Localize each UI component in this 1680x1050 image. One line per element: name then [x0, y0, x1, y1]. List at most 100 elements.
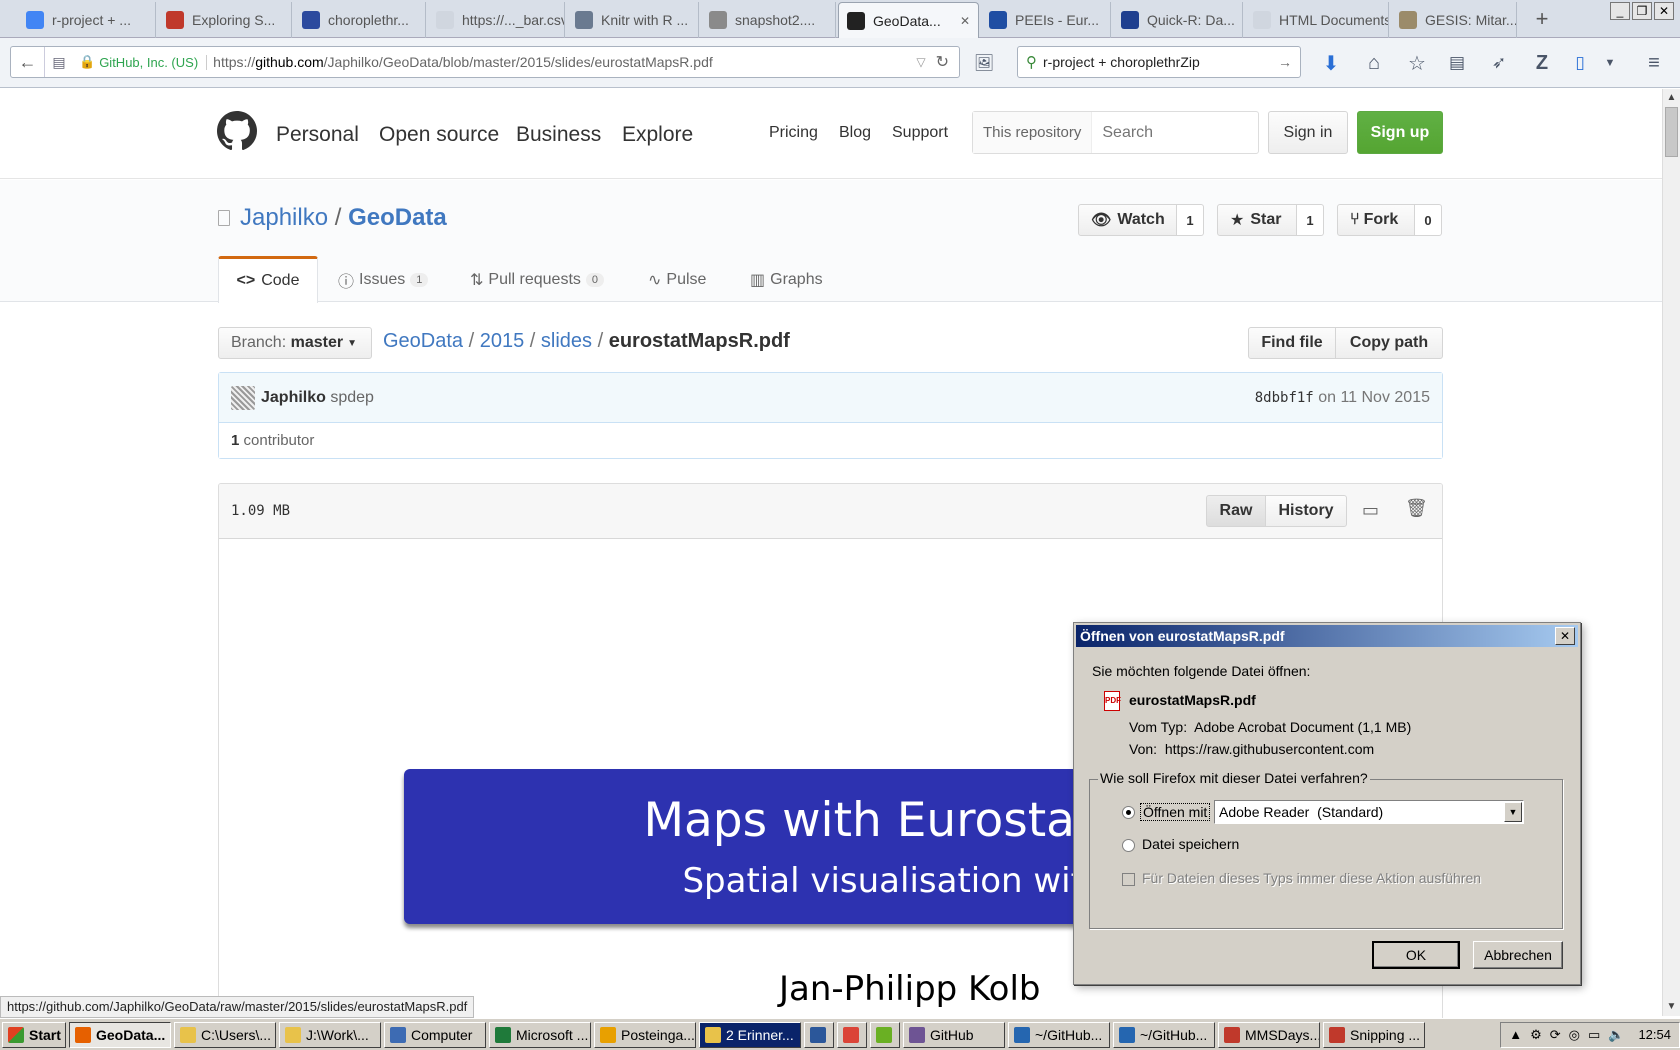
taskbar-item[interactable]: 2 Erinner...: [699, 1021, 801, 1048]
taskbar-item[interactable]: ~/GitHub...: [1113, 1021, 1215, 1048]
browser-tab[interactable]: Quick-R: Da...: [1113, 2, 1243, 38]
desktop-icon[interactable]: ▭: [1362, 500, 1379, 521]
trash-icon[interactable]: 🗑: [1405, 498, 1428, 519]
new-tab-button[interactable]: +: [1530, 8, 1554, 32]
start-button[interactable]: Start: [2, 1021, 66, 1048]
taskbar-item[interactable]: ~/GitHub...: [1008, 1021, 1110, 1048]
search-bar[interactable]: ⚲ r-project + choroplethrZip →: [1017, 46, 1301, 78]
clock[interactable]: 12:54: [1638, 1027, 1671, 1042]
breadcrumb-2015[interactable]: 2015: [480, 330, 525, 352]
scroll-up-icon[interactable]: ▲: [1663, 89, 1680, 107]
dialog-title-bar[interactable]: Öffnen von eurostatMapsR.pdf ✕: [1076, 625, 1578, 647]
branch-select[interactable]: Branch: master ▼: [218, 327, 372, 359]
search-input[interactable]: [1102, 123, 1253, 142]
taskbar-item[interactable]: C:\Users\...: [174, 1021, 276, 1048]
save-file-label[interactable]: Datei speichern: [1142, 836, 1239, 852]
page-icon[interactable]: ▯: [1568, 51, 1592, 75]
contributors-label[interactable]: contributor: [244, 432, 315, 449]
browser-tab[interactable]: GeoData... ✕: [838, 2, 979, 38]
commit-message[interactable]: spdep: [330, 389, 374, 407]
send-icon[interactable]: ➶: [1487, 51, 1511, 75]
browser-tab[interactable]: PEEIs - Eur...: [981, 2, 1111, 38]
history-button[interactable]: History: [1265, 495, 1347, 527]
bookmark-star-icon[interactable]: ☆: [1405, 51, 1429, 75]
update-icon[interactable]: ⟳: [1550, 1027, 1561, 1043]
contributors-count[interactable]: 1: [231, 432, 239, 449]
github-logo-icon[interactable]: [217, 111, 257, 151]
browser-tab[interactable]: GESIS: Mitar...: [1391, 2, 1517, 38]
open-with-label[interactable]: Öffnen mit: [1140, 803, 1211, 821]
avatar[interactable]: [231, 385, 255, 410]
back-icon[interactable]: ←: [11, 47, 45, 77]
network-icon[interactable]: ⚙: [1530, 1027, 1542, 1043]
nav-support[interactable]: Support: [892, 124, 948, 142]
sign-up-button[interactable]: Sign up: [1357, 111, 1443, 154]
reload-icon[interactable]: ↻: [936, 52, 949, 72]
dialog-close-button[interactable]: ✕: [1555, 627, 1575, 645]
taskbar-item[interactable]: GeoData...: [69, 1021, 171, 1048]
watch-button[interactable]: 👁 Watch: [1078, 204, 1177, 236]
browser-tab[interactable]: https://..._bar.csv: [428, 2, 565, 38]
tab-pulse[interactable]: ∿ Pulse: [648, 258, 706, 302]
download-icon[interactable]: ⬇: [1319, 51, 1343, 75]
fork-count[interactable]: 0: [1415, 204, 1442, 236]
tab-graphs[interactable]: ▥ Graphs: [750, 258, 823, 302]
minimize-button[interactable]: _: [1610, 2, 1630, 20]
search-engine-icon[interactable]: ⚲: [1026, 53, 1037, 71]
raw-button[interactable]: Raw: [1206, 495, 1266, 527]
application-select[interactable]: Adobe Reader (Standard) ▼: [1214, 800, 1524, 824]
repo-search[interactable]: This repository: [972, 111, 1259, 154]
star-count[interactable]: 1: [1297, 204, 1324, 236]
taskbar-item[interactable]: [870, 1021, 900, 1048]
breadcrumb-root[interactable]: GeoData: [383, 330, 463, 352]
bookmarks-icon[interactable]: ▤: [1445, 51, 1469, 75]
volume-icon[interactable]: 🔈: [1608, 1027, 1624, 1043]
tab-code[interactable]: <> Code: [218, 256, 318, 303]
breadcrumb-slides[interactable]: slides: [541, 330, 592, 352]
taskbar-item[interactable]: Posteinga...: [594, 1021, 696, 1048]
battery-icon[interactable]: ▭: [1588, 1027, 1600, 1043]
taskbar-item[interactable]: [804, 1021, 834, 1048]
chevron-down-icon[interactable]: ▼: [1598, 51, 1622, 75]
taskbar-item[interactable]: MMSDays...: [1218, 1021, 1320, 1048]
reader-icon[interactable]: ▤: [45, 54, 73, 71]
scroll-thumb[interactable]: [1665, 107, 1678, 157]
browser-tab[interactable]: snapshot2....: [701, 2, 836, 38]
commit-author[interactable]: Japhilko: [261, 389, 326, 407]
site-identity[interactable]: GitHub, Inc. (US): [99, 54, 208, 70]
star-button[interactable]: ★ Star: [1217, 204, 1297, 236]
save-file-radio[interactable]: [1122, 839, 1135, 852]
repo-name-link[interactable]: GeoData: [348, 204, 447, 231]
watch-count[interactable]: 1: [1177, 204, 1204, 236]
commit-sha[interactable]: 8dbbf1f: [1255, 390, 1314, 406]
close-window-button[interactable]: ✕: [1654, 2, 1674, 20]
menu-icon[interactable]: ≡: [1642, 51, 1666, 75]
home-icon[interactable]: ⌂: [1362, 51, 1386, 75]
ok-button[interactable]: OK: [1372, 941, 1460, 969]
sign-in-button[interactable]: Sign in: [1268, 111, 1348, 154]
nav-blog[interactable]: Blog: [839, 124, 871, 142]
cancel-button[interactable]: Abbrechen: [1473, 941, 1563, 969]
taskbar-item[interactable]: Computer: [384, 1021, 486, 1048]
tab-issues[interactable]: ⓘ Issues 1: [338, 258, 429, 302]
browser-tab[interactable]: Knitr with R ...: [567, 2, 699, 38]
scroll-down-icon[interactable]: ▼: [1663, 998, 1680, 1016]
nav-personal[interactable]: Personal: [276, 123, 359, 147]
taskbar-item[interactable]: J:\Work\...: [279, 1021, 381, 1048]
vertical-scrollbar[interactable]: ▲ ▼: [1662, 89, 1680, 1016]
browser-tab[interactable]: r-project + ...: [18, 2, 156, 38]
nav-open-source[interactable]: Open source: [379, 123, 499, 147]
copy-path-button[interactable]: Copy path: [1335, 327, 1443, 359]
tab-pull-requests[interactable]: ⇅ Pull requests 0: [470, 258, 605, 302]
fork-button[interactable]: ⑂ Fork: [1337, 204, 1415, 236]
maximize-button[interactable]: ❐: [1632, 2, 1652, 20]
nav-explore[interactable]: Explore: [622, 123, 693, 147]
globe-icon[interactable]: ◎: [1569, 1027, 1580, 1043]
zotero-icon[interactable]: Z: [1530, 51, 1554, 75]
close-tab-icon[interactable]: ✕: [960, 14, 970, 28]
taskbar-item[interactable]: [837, 1021, 867, 1048]
browser-tab[interactable]: HTML Documents: [1245, 2, 1389, 38]
taskbar-item[interactable]: Snipping ...: [1323, 1021, 1425, 1048]
taskbar-item[interactable]: Microsoft ...: [489, 1021, 591, 1048]
browser-tab[interactable]: choroplethr...: [294, 2, 426, 38]
